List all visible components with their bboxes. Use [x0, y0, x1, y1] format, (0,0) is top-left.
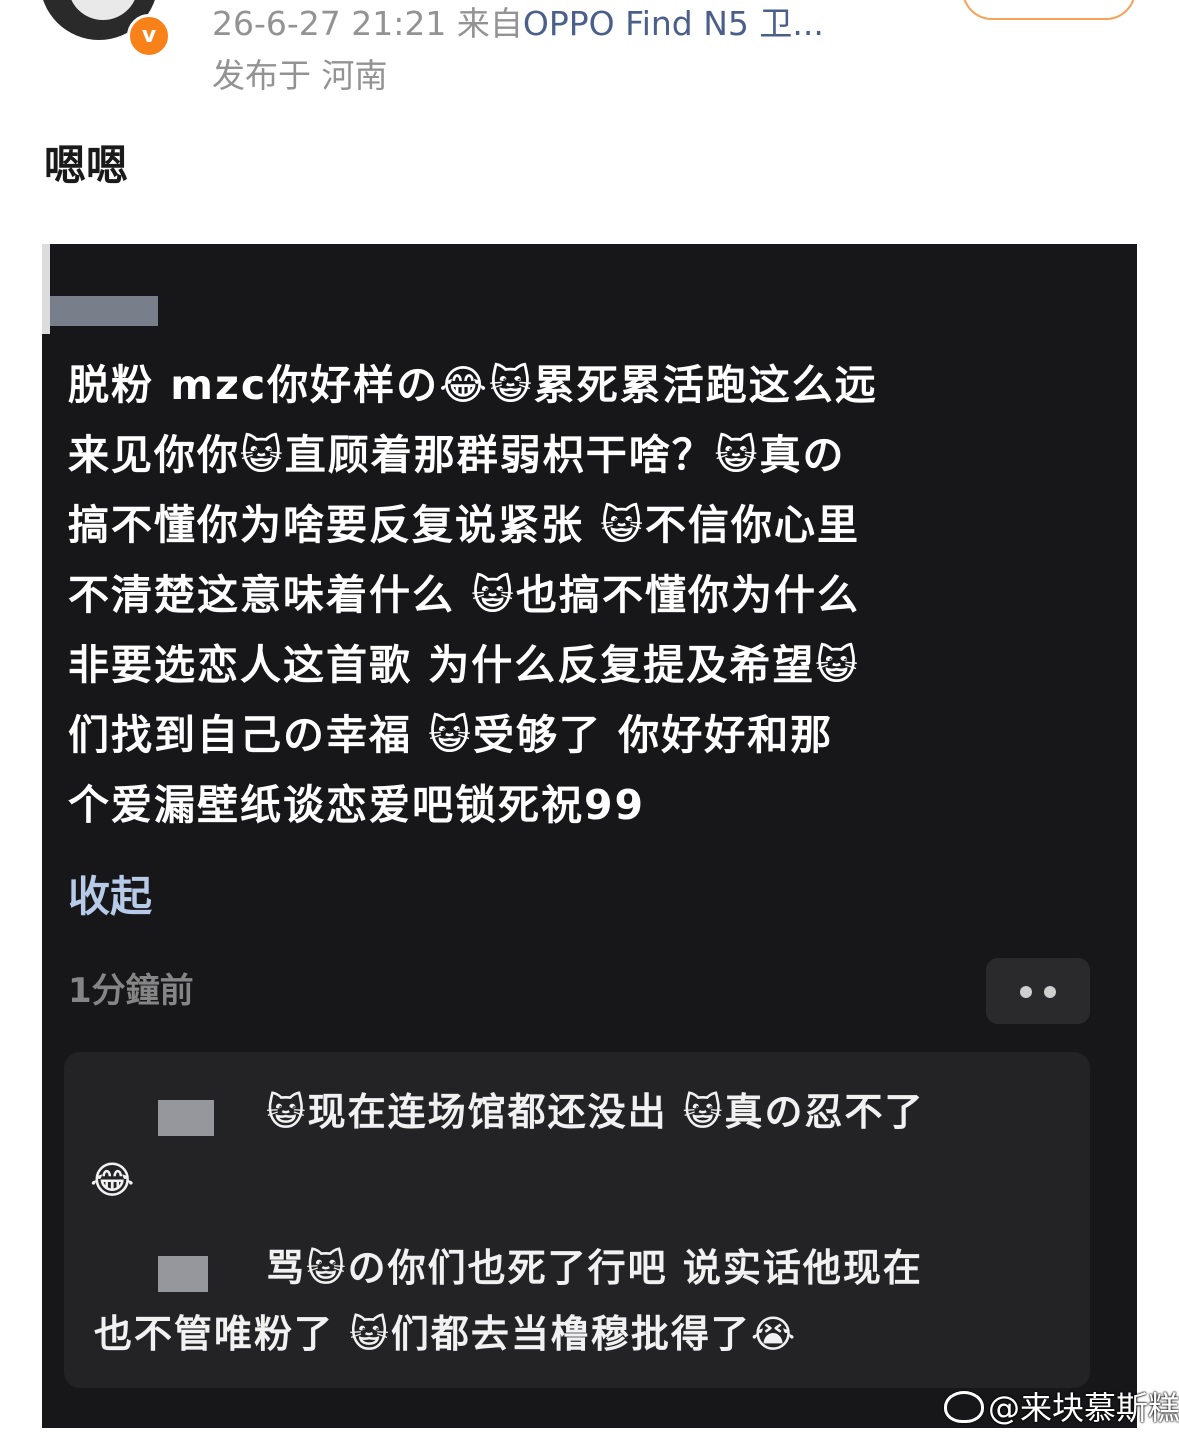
- source-prefix: 来自: [456, 4, 523, 43]
- post-location: 发布于 河南: [212, 56, 388, 95]
- redacted-username: [50, 296, 158, 326]
- avatar-face: [68, 0, 138, 20]
- verified-badge-icon: v: [127, 14, 171, 58]
- comment-line: 搞不懂你为啥要反复说紧张 😺不信你心里: [68, 501, 861, 549]
- embedded-screenshot[interactable]: 脱粉 mzc你好样の😂😺累死累活跑这么远 来见你你😺直顾着那群弱枳干啥？😺真の …: [42, 244, 1137, 1428]
- redacted-username: [158, 1256, 208, 1292]
- comment-text: 脱粉 mzc你好样の😂😺累死累活跑这么远 来见你你😺直顾着那群弱枳干啥？😺真の …: [68, 350, 1098, 840]
- collapse-link[interactable]: 收起: [68, 862, 152, 932]
- post-meta: 26-6-27 21:21 来自OPPO Find N5 卫...: [212, 2, 824, 46]
- comment-line: 脱粉 mzc你好样の😂😺累死累活跑这么远: [68, 361, 878, 409]
- dot-icon: [1044, 986, 1056, 998]
- post-text: 嗯嗯: [44, 141, 129, 190]
- reply-line: 😂: [90, 1158, 137, 1202]
- reply-line: 😺现在连场馆都还没出 😺真の忍不了: [266, 1090, 925, 1134]
- redacted-username: [158, 1100, 214, 1136]
- reply-line: 骂😺の你们也死了行吧 说实话他现在: [266, 1246, 923, 1290]
- comment-line: 非要选恋人这首歌 为什么反复提及希望😺: [68, 641, 861, 689]
- dot-icon: [1020, 986, 1032, 998]
- reply-line: 也不管唯粉了 😺们都去当橹穆批得了😭: [94, 1312, 798, 1356]
- post-timestamp: 26-6-27 21:21: [212, 4, 447, 43]
- replies-box: 😺现在连场馆都还没出 😺真の忍不了 😂 骂😺の你们也死了行吧 说实话他现在 也不…: [64, 1052, 1090, 1388]
- weibo-post-page: ✦ v 26-6-27 21:21 来自OPPO Find N5 卫... 发布…: [0, 0, 1179, 1435]
- comment-time: 1分鐘前: [68, 971, 194, 1011]
- comment-line: 不清楚这意味着什么 😺也搞不懂你为什么: [68, 571, 861, 619]
- device-link[interactable]: OPPO Find N5 卫...: [523, 4, 824, 43]
- comment-line: 们找到自己の幸福 😺受够了 你好好和那: [68, 711, 834, 759]
- redaction-mark: [42, 244, 50, 334]
- comment-line: 来见你你😺直顾着那群弱枳干啥？😺真の: [68, 431, 846, 479]
- more-options-button[interactable]: [986, 958, 1090, 1024]
- watermark-text: @来块慕斯糕: [988, 1389, 1179, 1427]
- follow-button[interactable]: [962, 0, 1136, 20]
- weibo-logo-icon: [944, 1391, 984, 1423]
- comment-line: 个爱漏壁纸谈恋爱吧锁死祝99: [68, 781, 646, 829]
- weibo-watermark: @来块慕斯糕: [944, 1386, 1179, 1430]
